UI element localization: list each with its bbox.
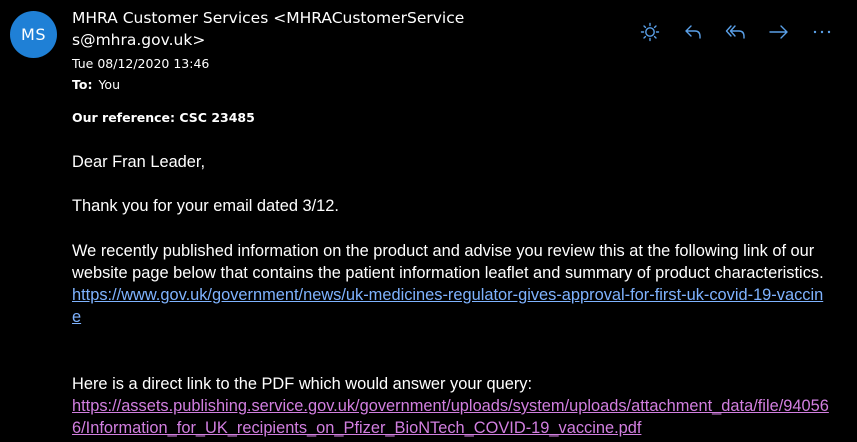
- greeting: Dear Fran Leader,: [72, 153, 206, 171]
- sun-icon[interactable]: [628, 20, 671, 44]
- sender[interactable]: MHRA Customer Services <MHRACustomerServ…: [72, 7, 472, 51]
- direct-text: Here is a direct link to the PDF which w…: [72, 375, 533, 393]
- info-text: We recently published information on the…: [72, 242, 824, 282]
- thanks-paragraph: Thank you for your email dated 3/12.: [72, 197, 339, 215]
- reference-line: Our reference: CSC 23485: [72, 110, 255, 125]
- to-label: To:: [72, 77, 93, 92]
- sender-line-2: s@mhra.gov.uk>: [72, 31, 206, 49]
- email-reading-pane: MS MHRA Customer Services <MHRACustomerS…: [0, 0, 857, 442]
- recipient-line: To: You: [72, 77, 120, 92]
- direct-link-paragraph: Here is a direct link to the PDF which w…: [72, 373, 832, 439]
- avatar[interactable]: MS: [10, 11, 57, 58]
- message-actions-toolbar: [628, 20, 843, 44]
- gov-news-link[interactable]: https://www.gov.uk/government/news/uk-me…: [72, 284, 832, 328]
- pdf-link[interactable]: https://assets.publishing.service.gov.uk…: [72, 395, 832, 439]
- sender-line-1: MHRA Customer Services <MHRACustomerServ…: [72, 9, 465, 27]
- reply-icon[interactable]: [671, 20, 714, 44]
- forward-icon[interactable]: [757, 20, 800, 44]
- avatar-initials: MS: [21, 25, 46, 44]
- to-value[interactable]: You: [98, 77, 120, 92]
- info-paragraph: We recently published information on the…: [72, 240, 832, 328]
- reply-all-icon[interactable]: [714, 20, 757, 44]
- more-icon[interactable]: [800, 20, 843, 44]
- sent-date: Tue 08/12/2020 13:46: [72, 56, 210, 71]
